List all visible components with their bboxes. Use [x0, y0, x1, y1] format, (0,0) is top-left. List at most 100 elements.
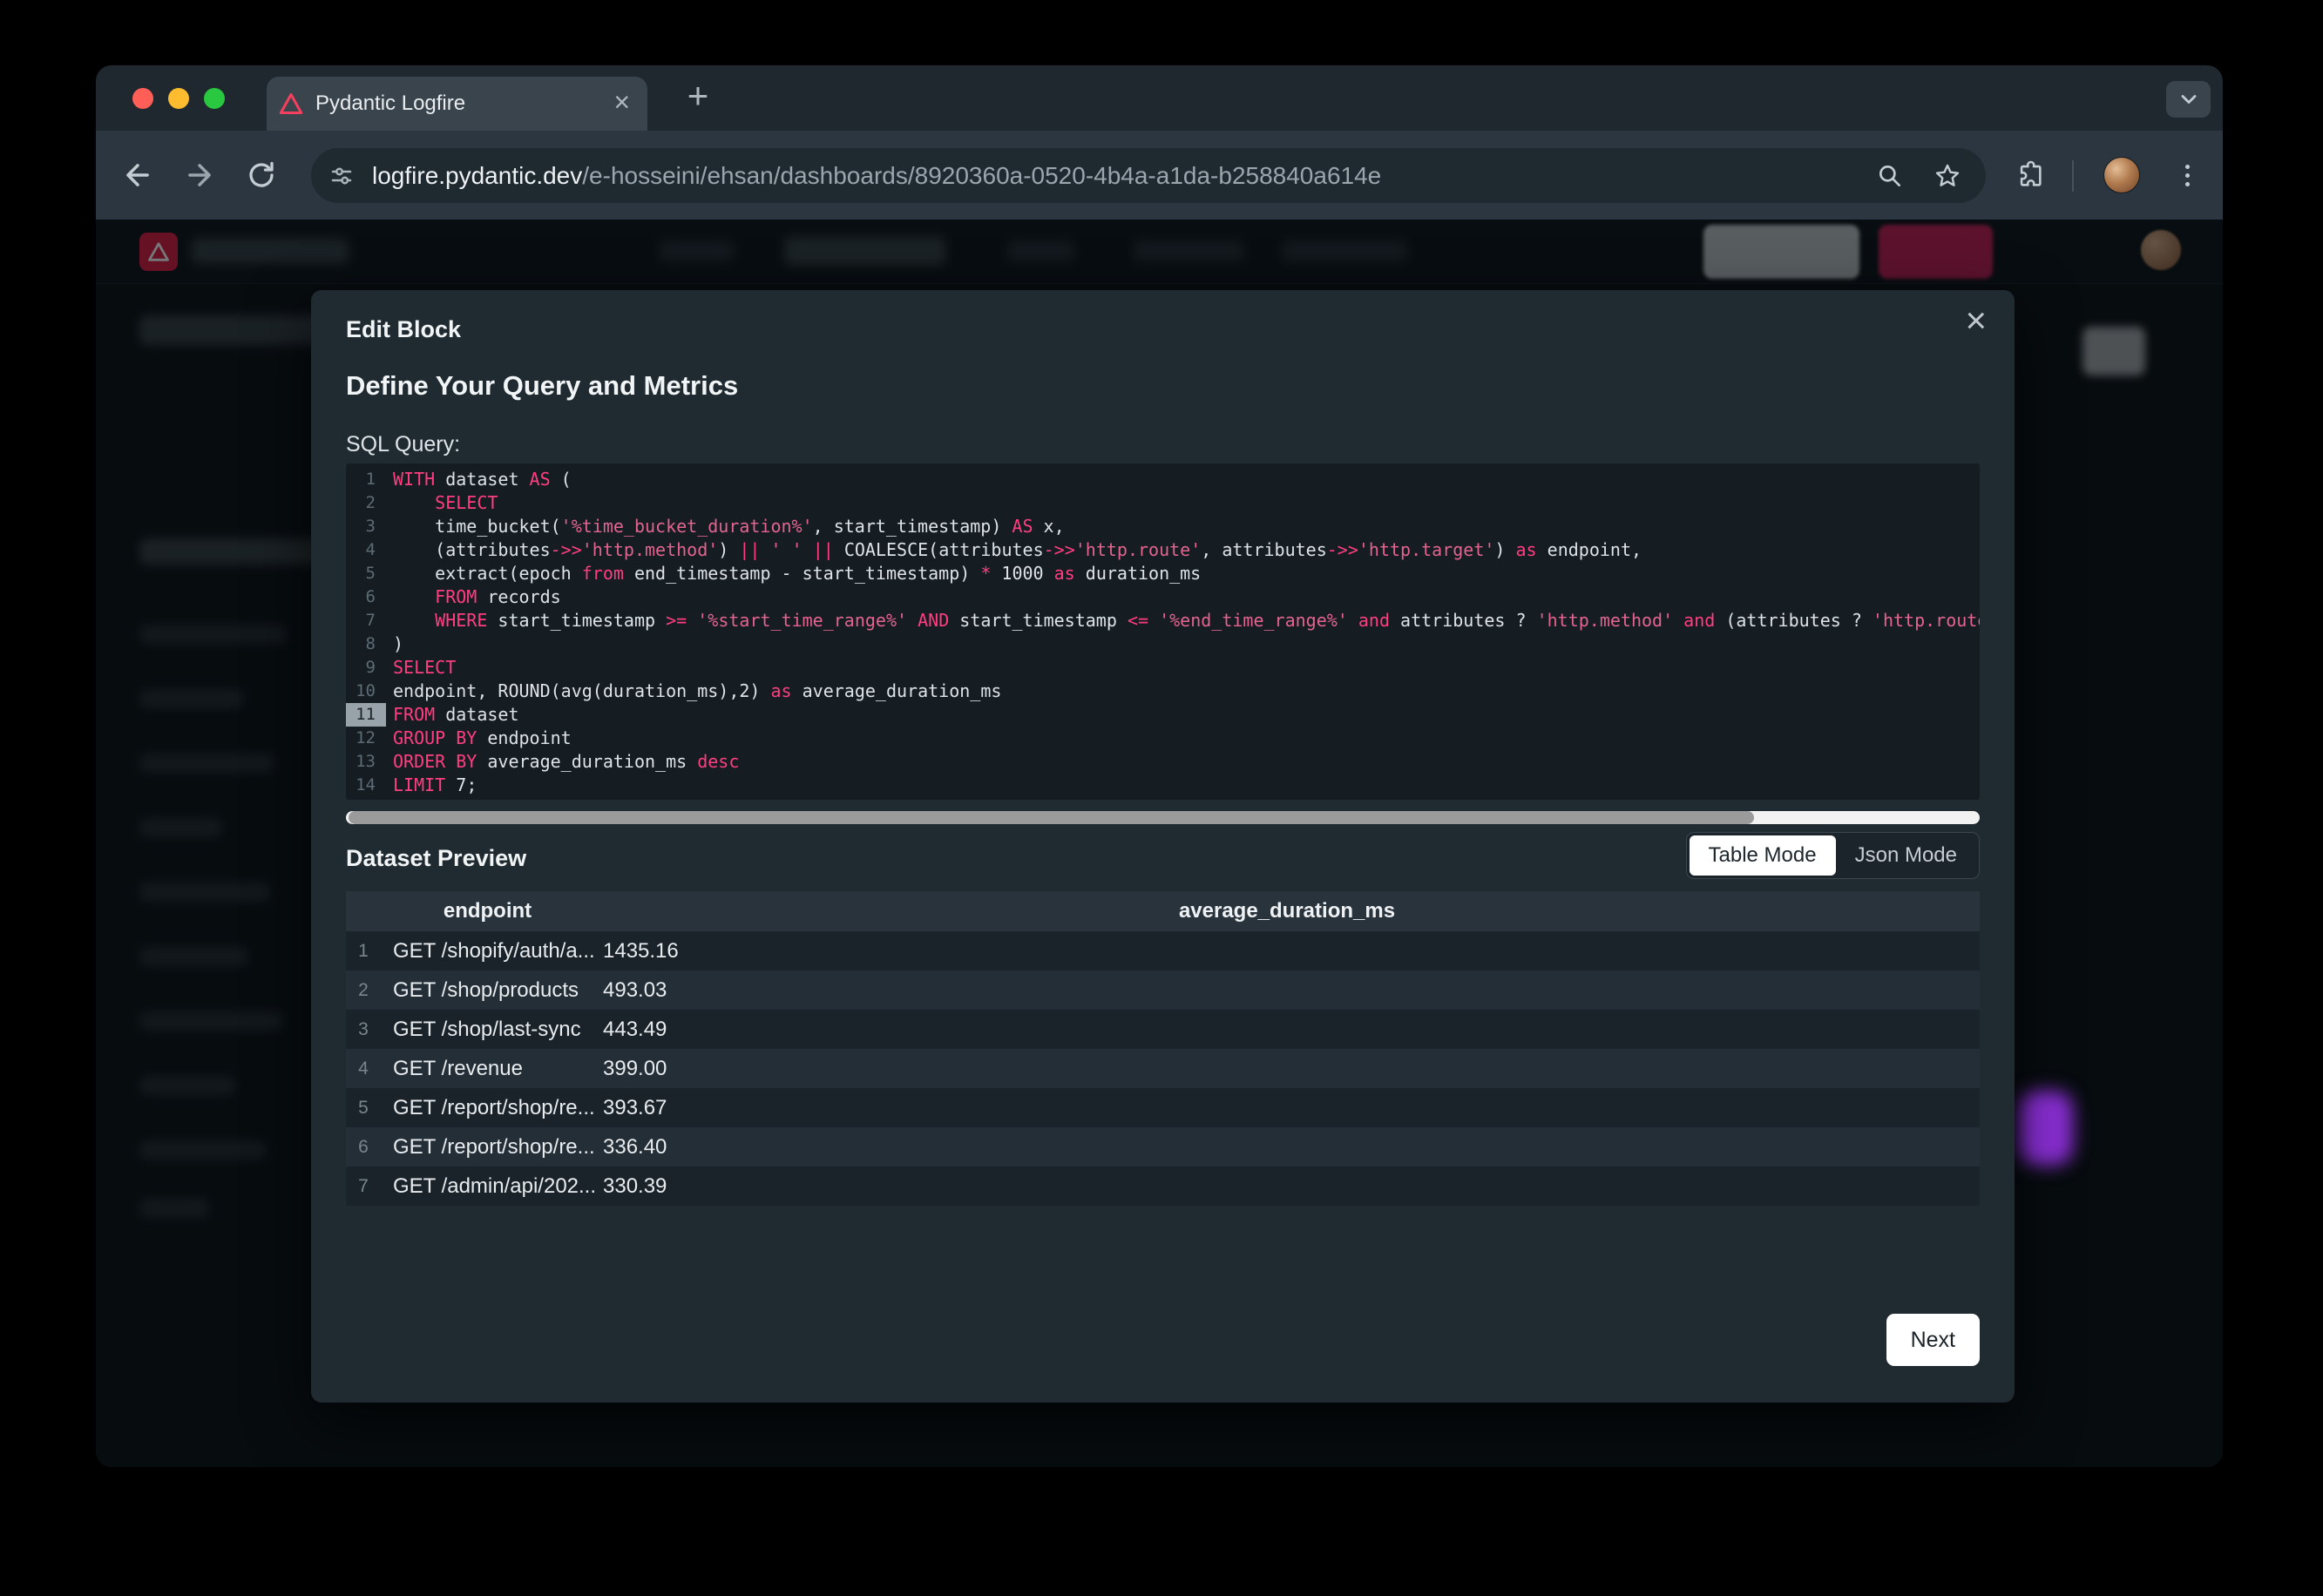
code-token: 1000: [1001, 563, 1043, 584]
code-token: GROUP BY: [393, 727, 477, 748]
table-row[interactable]: 5GET /report/shop/re...393.67: [346, 1088, 1980, 1127]
site-info-icon[interactable]: [328, 163, 355, 189]
code-line-content: FROM dataset: [386, 703, 519, 727]
code-token: ;: [466, 774, 477, 795]
line-number: 8: [346, 632, 386, 656]
close-window-button[interactable]: [132, 88, 153, 109]
code-line[interactable]: 2 SELECT: [346, 491, 1980, 515]
browser-menu-icon[interactable]: [2164, 152, 2210, 198]
toolbar-divider: [2072, 160, 2074, 192]
line-number: 10: [346, 680, 386, 703]
code-line-content: WHERE start_timestamp >= '%start_time_ra…: [386, 609, 1980, 632]
code-line[interactable]: 10endpoint, ROUND(avg(duration_ms),2) as…: [346, 680, 1980, 703]
code-line-content: ORDER BY average_duration_ms desc: [386, 750, 739, 774]
code-token: [991, 563, 1001, 584]
code-token: WHERE: [435, 610, 487, 631]
scrollbar-thumb[interactable]: [349, 811, 1754, 824]
close-icon[interactable]: ×: [1960, 297, 1992, 344]
code-token: AS: [1012, 516, 1033, 537]
preview-table: endpoint average_duration_ms 1GET /shopi…: [346, 891, 1980, 1206]
url-text: logfire.pydantic.dev/e-hosseini/ehsan/da…: [372, 162, 1381, 190]
tab-search-button[interactable]: [2166, 81, 2211, 118]
page-content: Edit Block × Define Your Query and Metri…: [96, 220, 2223, 1467]
bookmark-star-icon[interactable]: [1934, 162, 1961, 190]
row-number: 4: [346, 1058, 381, 1079]
next-button[interactable]: Next: [1886, 1314, 1980, 1366]
code-token: FROM: [435, 586, 477, 607]
code-line[interactable]: 11FROM dataset: [346, 703, 1980, 727]
table-mode-button[interactable]: Table Mode: [1690, 835, 1836, 876]
row-number: 1: [346, 941, 381, 962]
code-line-content: endpoint, ROUND(avg(duration_ms),2) as a…: [386, 680, 1001, 703]
reload-button[interactable]: [239, 152, 284, 198]
code-line[interactable]: 6 FROM records: [346, 585, 1980, 609]
back-button[interactable]: [115, 152, 160, 198]
table-row[interactable]: 1GET /shopify/auth/a...1435.16: [346, 931, 1980, 970]
code-line[interactable]: 1WITH dataset AS (: [346, 468, 1980, 491]
code-token: >=: [666, 610, 687, 631]
extensions-icon[interactable]: [2008, 152, 2053, 198]
preview-table-body: 1GET /shopify/auth/a...1435.162GET /shop…: [346, 931, 1980, 1206]
value-column-header: average_duration_ms: [594, 899, 1980, 923]
code-line[interactable]: 13ORDER BY average_duration_ms desc: [346, 750, 1980, 774]
edit-block-dialog: Edit Block × Define Your Query and Metri…: [311, 290, 2015, 1403]
code-token: attributes ?: [1390, 610, 1537, 631]
value-cell: 399.00: [594, 1057, 1980, 1081]
code-line-content: (attributes->>'http.method') || ' ' || C…: [386, 538, 1642, 562]
code-line[interactable]: 3 time_bucket('%time_bucket_duration%', …: [346, 515, 1980, 538]
table-row[interactable]: 2GET /shop/products493.03: [346, 970, 1980, 1010]
browser-tab[interactable]: Pydantic Logfire ×: [267, 77, 647, 131]
table-row[interactable]: 4GET /revenue399.00: [346, 1049, 1980, 1088]
table-row[interactable]: 7GET /admin/api/202...330.39: [346, 1167, 1980, 1206]
forward-button[interactable]: [177, 152, 222, 198]
code-token: ->>: [551, 539, 582, 560]
value-cell: 493.03: [594, 978, 1980, 1003]
code-token: , start_timestamp): [813, 516, 1013, 537]
code-line[interactable]: 12GROUP BY endpoint: [346, 727, 1980, 750]
code-line[interactable]: 7 WHERE start_timestamp >= '%start_time_…: [346, 609, 1980, 632]
code-token: (: [551, 469, 572, 490]
line-number: 12: [346, 727, 386, 750]
value-cell: 443.49: [594, 1018, 1980, 1042]
profile-avatar[interactable]: [2103, 157, 2140, 193]
code-token: ->>: [1044, 539, 1075, 560]
new-tab-button[interactable]: +: [674, 74, 721, 121]
row-number: 6: [346, 1137, 381, 1158]
json-mode-button[interactable]: Json Mode: [1836, 835, 1976, 876]
editor-horizontal-scrollbar[interactable]: [346, 811, 1980, 824]
minimize-window-button[interactable]: [168, 88, 189, 109]
reload-icon: [246, 159, 277, 191]
code-token: [393, 610, 435, 631]
row-number: 3: [346, 1019, 381, 1040]
code-line[interactable]: 14LIMIT 7;: [346, 774, 1980, 797]
code-line-content: time_bucket('%time_bucket_duration%', st…: [386, 515, 1065, 538]
code-token: 2: [739, 680, 749, 701]
code-line[interactable]: 5 extract(epoch from end_timestamp - sta…: [346, 562, 1980, 585]
code-token: COALESCE(attributes: [834, 539, 1044, 560]
code-token: (attributes: [393, 539, 551, 560]
code-token: time_bucket(: [393, 516, 561, 537]
code-token: as: [1516, 539, 1537, 560]
zoom-icon[interactable]: [1876, 162, 1904, 190]
sql-editor[interactable]: 1WITH dataset AS (2 SELECT3 time_bucket(…: [346, 463, 1980, 800]
line-number: 1: [346, 468, 386, 491]
table-row[interactable]: 3GET /shop/last-sync443.49: [346, 1010, 1980, 1049]
code-token: 'http.route': [1075, 539, 1202, 560]
sql-editor-lines: 1WITH dataset AS (2 SELECT3 time_bucket(…: [346, 468, 1980, 797]
code-token: desc: [697, 751, 739, 772]
code-line[interactable]: 4 (attributes->>'http.method') || ' ' ||…: [346, 538, 1980, 562]
fullscreen-window-button[interactable]: [204, 88, 225, 109]
code-token: <=: [1128, 610, 1148, 631]
table-row[interactable]: 6GET /report/shop/re...336.40: [346, 1127, 1980, 1167]
code-line[interactable]: 9SELECT: [346, 656, 1980, 680]
tab-close-icon[interactable]: ×: [608, 77, 635, 131]
code-line[interactable]: 8): [346, 632, 1980, 656]
code-token: SELECT: [435, 492, 498, 513]
line-number: 9: [346, 656, 386, 680]
line-number: 14: [346, 774, 386, 797]
address-bar[interactable]: logfire.pydantic.dev/e-hosseini/ehsan/da…: [311, 148, 1986, 203]
value-cell: 393.67: [594, 1096, 1980, 1120]
blurred-purple-element: [2019, 1091, 2073, 1166]
value-cell: 330.39: [594, 1174, 1980, 1199]
code-line-content: GROUP BY endpoint: [386, 727, 572, 750]
